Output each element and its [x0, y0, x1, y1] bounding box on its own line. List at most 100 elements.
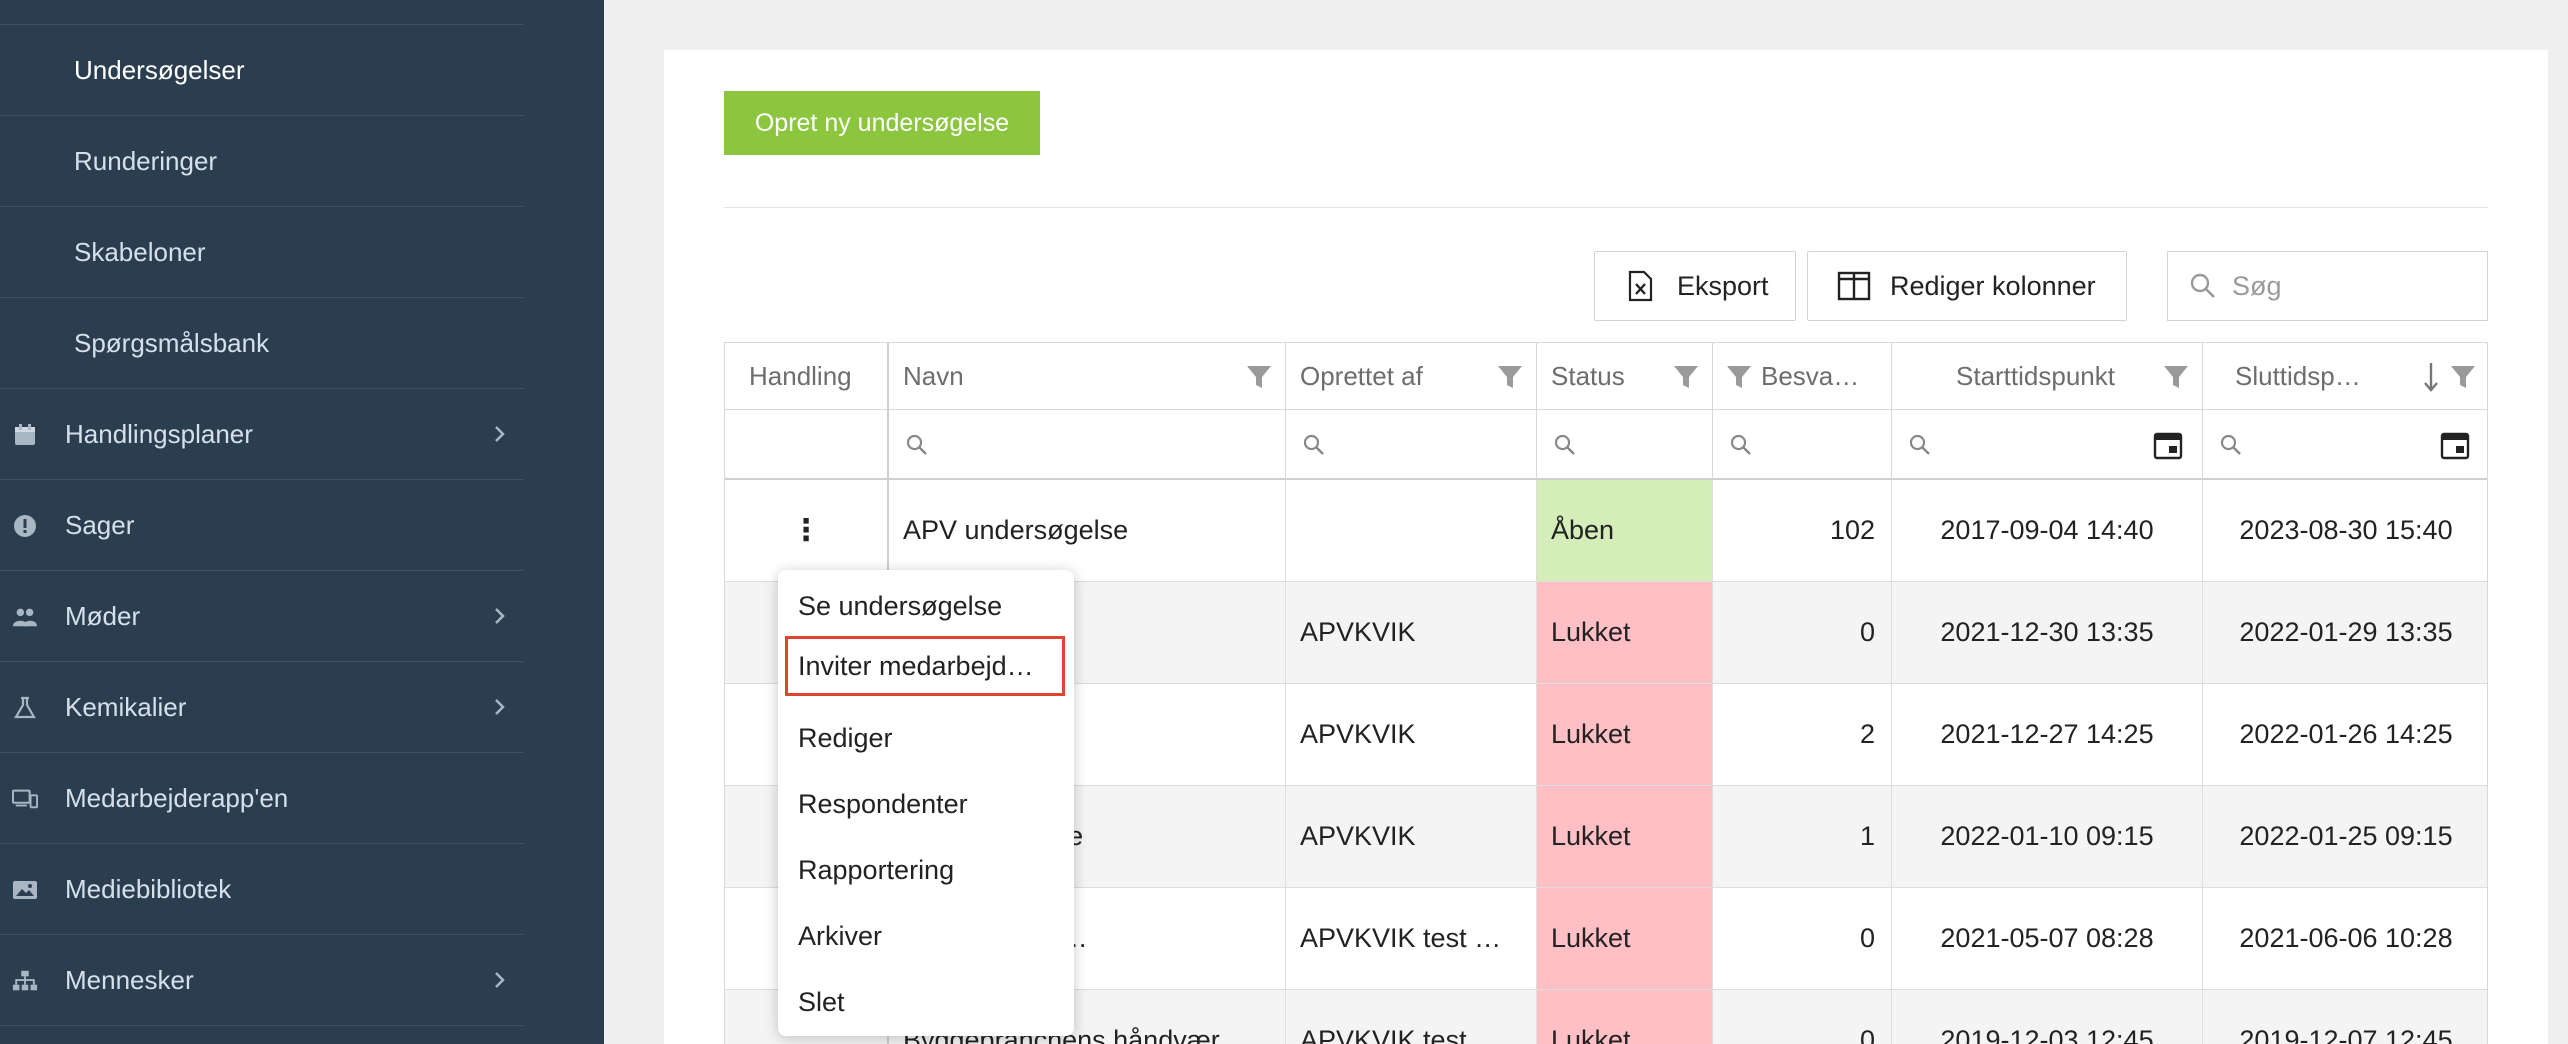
creator-cell: APVKVIK test	[1286, 990, 1537, 1044]
status-cell-text: Lukket	[1551, 719, 1631, 749]
status-cell-text: Lukket	[1551, 821, 1631, 851]
filter-icon[interactable]	[1243, 361, 1275, 393]
creator-cell-text: APVKVIK test …	[1300, 923, 1502, 953]
end-cell: 2022-01-29 13:35	[2203, 582, 2487, 684]
search-icon	[1551, 431, 1579, 459]
sidebar-item-mediebibliotek[interactable]: Mediebibliotek	[0, 844, 524, 935]
filter-cell-navn[interactable]	[889, 410, 1286, 480]
menu-item-delete[interactable]: Slet	[798, 972, 1068, 1032]
search-icon	[903, 431, 931, 459]
creator-cell: APVKVIK	[1286, 582, 1537, 684]
answers-cell-text: 1	[1859, 821, 1875, 851]
filter-cell	[725, 410, 889, 480]
start-cell: 2021-12-30 13:35	[1892, 582, 2203, 684]
status-cell-text: Lukket	[1551, 923, 1631, 953]
end-cell-text: 2022-01-26 14:25	[2239, 719, 2453, 749]
answers-cell-text: 102	[1829, 515, 1875, 545]
end-cell-text: 2021-06-06 10:28	[2239, 923, 2453, 953]
chevron-right-icon	[484, 692, 514, 722]
column-header-oprettet-af[interactable]: Oprettet af	[1286, 342, 1537, 410]
creator-cell-text: APVKVIK	[1300, 719, 1416, 749]
sidebar-item-label: Handlingsplaner	[65, 418, 253, 449]
column-header-navn[interactable]: Navn	[889, 342, 1286, 410]
filter-cell-status[interactable]	[1537, 410, 1713, 480]
action-cell-text: ⋮	[791, 514, 821, 547]
status-badge: Lukket	[1537, 684, 1713, 786]
status-badge: Lukket	[1537, 786, 1713, 888]
filter-icon[interactable]	[1670, 361, 1702, 393]
calendar-icon[interactable]	[2439, 429, 2471, 461]
sidebar-item-handlingsplaner[interactable]: Handlingsplaner	[0, 389, 524, 480]
creator-cell: APVKVIK	[1286, 684, 1537, 786]
start-cell-text: 2021-12-30 13:35	[1940, 617, 2154, 647]
sidebar-item-skabeloner[interactable]: Skabeloner	[0, 207, 524, 298]
chevron-right-icon	[484, 601, 514, 631]
search-input[interactable]	[2232, 270, 2452, 302]
answers-cell: 0	[1713, 888, 1892, 990]
end-cell-text: 2022-01-25 09:15	[2239, 821, 2453, 851]
filter-cell-besvarelser[interactable]	[1713, 410, 1892, 480]
end-cell: 2022-01-25 09:15	[2203, 786, 2487, 888]
sidebar-item-mennesker[interactable]: Mennesker	[0, 935, 524, 1026]
sidebar-item-medarbejderappen[interactable]: Medarbejderapp'en	[0, 753, 524, 844]
menu-item-respondents[interactable]: Respondenter	[798, 774, 1068, 834]
status-cell-text: Åben	[1551, 515, 1615, 545]
start-cell-text: 2021-12-27 14:25	[1940, 719, 2154, 749]
sidebar-item-label: Kemikalier	[65, 691, 187, 722]
creator-cell-text: APVKVIK	[1300, 821, 1416, 851]
divider	[724, 207, 2488, 208]
start-cell-text: 2022-01-10 09:15	[1940, 821, 2154, 851]
sidebar-item-label: Mediebibliotek	[65, 873, 232, 904]
sort-descending-icon[interactable]	[2421, 359, 2441, 395]
status-badge: Lukket	[1537, 990, 1713, 1044]
filter-cell-oprettet-af[interactable]	[1286, 410, 1537, 480]
chevron-right-icon	[484, 965, 514, 995]
start-cell-text: 2019-12-03 12:45	[1940, 1025, 2154, 1044]
sidebar-item-kemikalier[interactable]: Kemikalier	[0, 662, 524, 753]
sidebar-item-sporgsmalsbank[interactable]: Spørgsmålsbank	[0, 298, 524, 389]
answers-cell: 1	[1713, 786, 1892, 888]
sidebar-item-sager[interactable]: Sager	[0, 480, 524, 571]
filter-cell-sluttidspunkt[interactable]	[2203, 410, 2487, 480]
menu-item-edit[interactable]: Rediger	[798, 708, 1068, 768]
end-cell-text: 2022-01-29 13:35	[2239, 617, 2453, 647]
answers-cell: 0	[1713, 990, 1892, 1044]
column-header-starttidspunkt[interactable]: Starttidspunkt	[1892, 342, 2203, 410]
answers-cell-text: 0	[1859, 617, 1875, 647]
column-header-sluttidspunkt[interactable]: Sluttidsp…	[2203, 342, 2487, 410]
excel-export-icon	[1623, 268, 1659, 304]
creator-cell: APVKVIK test …	[1286, 888, 1537, 990]
filter-icon[interactable]	[1494, 361, 1526, 393]
sidebar-item-moder[interactable]: Møder	[0, 571, 524, 662]
sidebar-item-runderinger[interactable]: Runderinger	[0, 116, 524, 207]
devices-icon	[12, 786, 38, 812]
creator-cell	[1286, 480, 1537, 582]
menu-item-archive[interactable]: Arkiver	[798, 906, 1068, 966]
answers-cell: 102	[1713, 480, 1892, 582]
filter-icon[interactable]	[2160, 361, 2192, 393]
calendar-icon[interactable]	[2152, 429, 2184, 461]
sidebar-item-label: Sager	[65, 509, 135, 540]
end-cell: 2022-01-26 14:25	[2203, 684, 2487, 786]
column-header-status[interactable]: Status	[1537, 342, 1713, 410]
menu-item-invite-employees[interactable]: Inviter medarbejd…	[785, 636, 1065, 696]
sidebar-item-label: Medarbejderapp'en	[65, 782, 289, 813]
filter-icon[interactable]	[2447, 361, 2479, 393]
sidebar-item-undersogelser[interactable]: Undersøgelser	[0, 25, 524, 116]
export-button[interactable]: Eksport	[1594, 251, 1796, 321]
name-cell-text: APV undersøgelse	[903, 515, 1129, 545]
menu-item-view-survey[interactable]: Se undersøgelse	[798, 576, 1068, 636]
column-header-besvarelser[interactable]: Besva…	[1713, 342, 1892, 410]
search-icon	[2217, 431, 2245, 459]
search-box[interactable]	[2167, 251, 2488, 321]
filter-icon[interactable]	[1723, 361, 1755, 393]
status-badge: Åben	[1537, 480, 1713, 582]
sidebar-item-label: Undersøgelser	[74, 54, 245, 85]
create-survey-button[interactable]: Opret ny undersøgelse	[724, 91, 1040, 155]
filter-cell-starttidspunkt[interactable]	[1892, 410, 2203, 480]
edit-columns-button[interactable]: Rediger kolonner	[1807, 251, 2127, 321]
answers-cell: 2	[1713, 684, 1892, 786]
row-action-button[interactable]: ⋮	[725, 480, 889, 582]
start-cell: 2021-05-07 08:28	[1892, 888, 2203, 990]
menu-item-reporting[interactable]: Rapportering	[798, 840, 1068, 900]
